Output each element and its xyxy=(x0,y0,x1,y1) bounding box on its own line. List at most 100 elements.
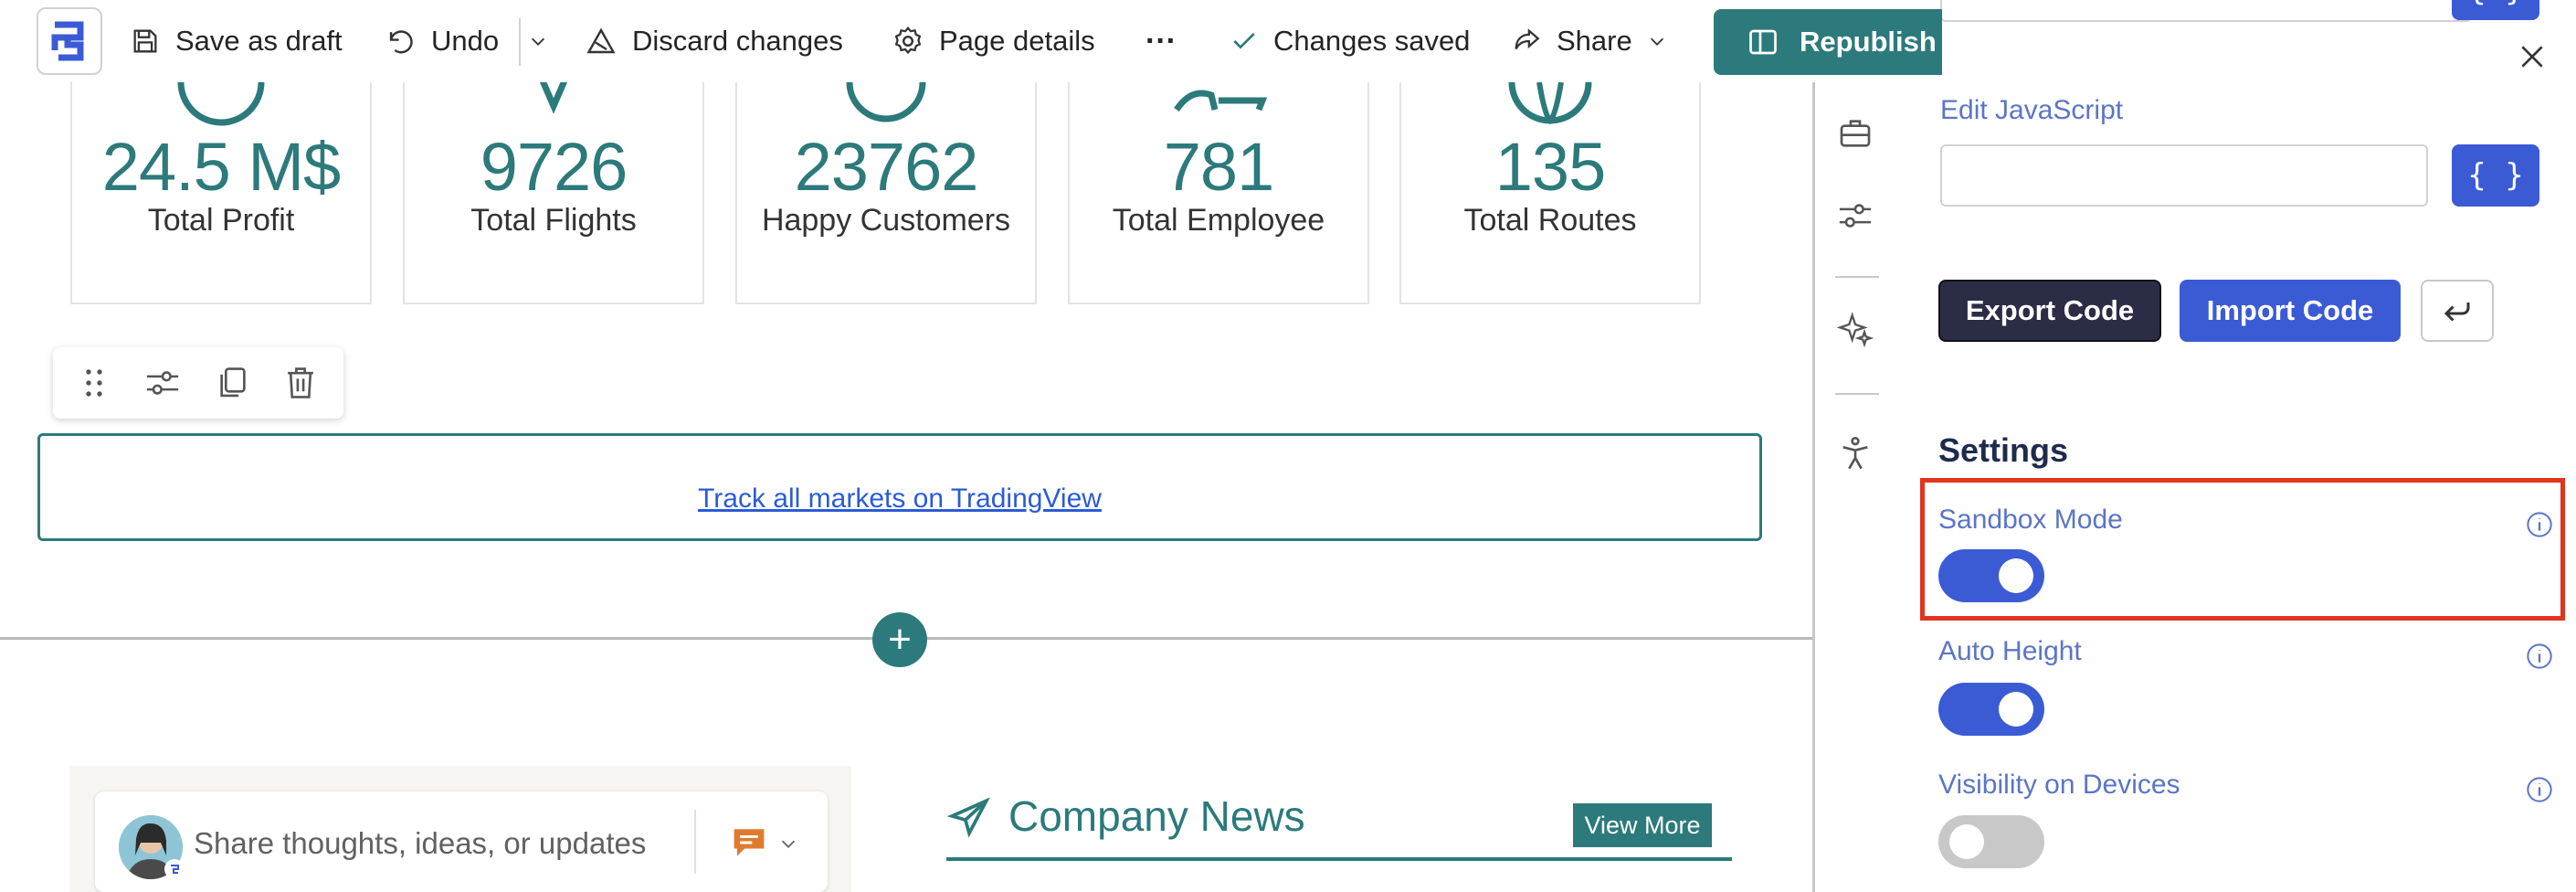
changes-saved-status: Changes saved xyxy=(1230,15,1470,68)
stat-label: Total Routes xyxy=(1463,203,1637,238)
share-icon xyxy=(1515,28,1540,50)
logo-badge-icon xyxy=(171,865,179,874)
rail-divider xyxy=(1835,393,1879,395)
chevron-down-icon xyxy=(1650,37,1663,46)
code-braces-icon: { } xyxy=(2467,157,2524,194)
airplane-icon xyxy=(946,797,990,838)
visibility-devices-label: Visibility on Devices xyxy=(1938,770,2180,800)
js-code-field[interactable] xyxy=(1940,144,2428,207)
rail-divider xyxy=(1835,276,1879,278)
toggle-knob xyxy=(1999,692,2033,727)
export-code-button[interactable]: Export Code xyxy=(1938,280,2161,342)
app-logo[interactable] xyxy=(37,7,102,75)
tool-rail xyxy=(1812,82,1896,892)
stat-label: Total Profit xyxy=(147,203,295,238)
discard-label: Discard changes xyxy=(632,25,843,57)
accessibility-icon[interactable] xyxy=(1837,435,1874,472)
coin-icon xyxy=(177,82,265,126)
chevron-down-icon xyxy=(531,37,545,46)
location-pin-icon xyxy=(539,82,568,114)
toolbar-divider xyxy=(519,18,521,66)
stat-value: 781 xyxy=(1163,129,1274,205)
logo-icon xyxy=(51,21,84,61)
discard-changes-button[interactable]: Discard changes xyxy=(585,15,843,68)
stat-value: 9726 xyxy=(480,129,628,205)
avatar-badge xyxy=(164,859,185,879)
stat-card-employee[interactable]: 781 Total Employee xyxy=(1068,82,1369,304)
undo-icon xyxy=(389,30,413,54)
discard-icon xyxy=(586,27,616,54)
page-details-button[interactable]: Page details xyxy=(892,15,1095,68)
chat-icon[interactable] xyxy=(731,826,767,859)
sandbox-mode-highlight xyxy=(1920,478,2565,621)
globe-icon xyxy=(1508,82,1592,125)
briefcase-icon[interactable] xyxy=(1837,115,1874,152)
close-icon[interactable] xyxy=(2518,42,2547,71)
save-icon xyxy=(133,29,157,53)
changes-saved-label: Changes saved xyxy=(1273,25,1471,57)
edit-js-code-button[interactable]: { } xyxy=(2452,144,2539,207)
share-post-input[interactable]: Share thoughts, ideas, or updates xyxy=(95,791,828,892)
stat-value: 24.5 M$ xyxy=(101,129,341,205)
stat-card-customers[interactable]: 23762 Happy Customers xyxy=(735,82,1037,304)
republish-button[interactable]: Republish xyxy=(1714,9,1942,75)
reset-code-button[interactable] xyxy=(2421,280,2494,342)
settings-sliders-icon[interactable] xyxy=(144,366,181,399)
more-options-label: ··· xyxy=(1145,23,1177,58)
book-open-icon xyxy=(1749,29,1777,55)
top-toolbar: Save as draft Undo Discard changes Page … xyxy=(0,0,1942,82)
info-icon[interactable] xyxy=(2525,775,2554,804)
news-underline xyxy=(946,857,1732,861)
gear-icon xyxy=(894,27,922,55)
chevron-down-icon[interactable] xyxy=(778,834,798,854)
edit-css-code-button[interactable]: { } xyxy=(2452,0,2539,20)
page-details-label: Page details xyxy=(939,25,1095,57)
stat-label: Total Employee xyxy=(1112,203,1325,238)
code-braces-icon: { } xyxy=(2467,0,2523,8)
properties-panel: { } Edit JavaScript { } Export Code Impo… xyxy=(1896,0,2576,892)
undo-dropdown[interactable] xyxy=(528,15,548,68)
sparkle-icon[interactable] xyxy=(1837,311,1874,347)
import-code-button[interactable]: Import Code xyxy=(2180,280,2401,342)
stat-value: 23762 xyxy=(794,129,979,205)
drag-handle-icon[interactable] xyxy=(80,366,108,399)
toggle-knob xyxy=(1949,824,1984,859)
stat-card-flights[interactable]: 9726 Total Flights xyxy=(403,82,704,304)
stat-card-routes[interactable]: 135 Total Routes xyxy=(1399,82,1701,304)
info-icon[interactable] xyxy=(2525,642,2554,671)
share-button[interactable]: Share xyxy=(1511,15,1667,68)
css-code-field[interactable] xyxy=(1940,0,2472,22)
people-icon xyxy=(1174,90,1268,112)
settings-heading: Settings xyxy=(1938,431,2069,469)
return-arrow-icon xyxy=(2444,303,2470,322)
block-toolbar xyxy=(53,347,343,419)
trash-icon[interactable] xyxy=(285,366,316,400)
edit-js-label: Edit JavaScript xyxy=(1940,95,2124,125)
post-placeholder: Share thoughts, ideas, or updates xyxy=(194,826,647,860)
visibility-devices-toggle[interactable] xyxy=(1938,815,2044,868)
view-more-button[interactable]: View More xyxy=(1573,803,1712,847)
undo-label: Undo xyxy=(431,25,500,57)
settings-sliders-icon[interactable] xyxy=(1837,197,1874,234)
embed-block[interactable]: Track all markets on TradingView xyxy=(37,433,1762,541)
company-news-title: Company News xyxy=(1008,792,1305,840)
stat-label: Total Flights xyxy=(470,203,637,238)
page-canvas: 24.5 M$ Total Profit 9726 Total Flights … xyxy=(0,82,1812,892)
share-label: Share xyxy=(1557,25,1632,57)
auto-height-label: Auto Height xyxy=(1938,636,2082,666)
plus-icon: + xyxy=(888,617,912,662)
stat-label: Happy Customers xyxy=(761,203,1011,238)
checkmark-icon xyxy=(1233,33,1255,49)
smile-icon xyxy=(846,82,926,122)
copy-icon[interactable] xyxy=(217,366,248,400)
save-draft-label: Save as draft xyxy=(175,25,343,57)
save-draft-button[interactable]: Save as draft xyxy=(130,15,343,68)
embed-link[interactable]: Track all markets on TradingView xyxy=(40,483,1759,515)
republish-label: Republish xyxy=(1800,26,1937,58)
stat-card-profit[interactable]: 24.5 M$ Total Profit xyxy=(70,82,372,304)
undo-button[interactable]: Undo xyxy=(384,15,499,68)
more-options-button[interactable]: ··· xyxy=(1145,15,1177,68)
post-separator xyxy=(694,810,696,874)
auto-height-toggle[interactable] xyxy=(1938,683,2044,736)
add-section-button[interactable]: + xyxy=(872,612,927,667)
